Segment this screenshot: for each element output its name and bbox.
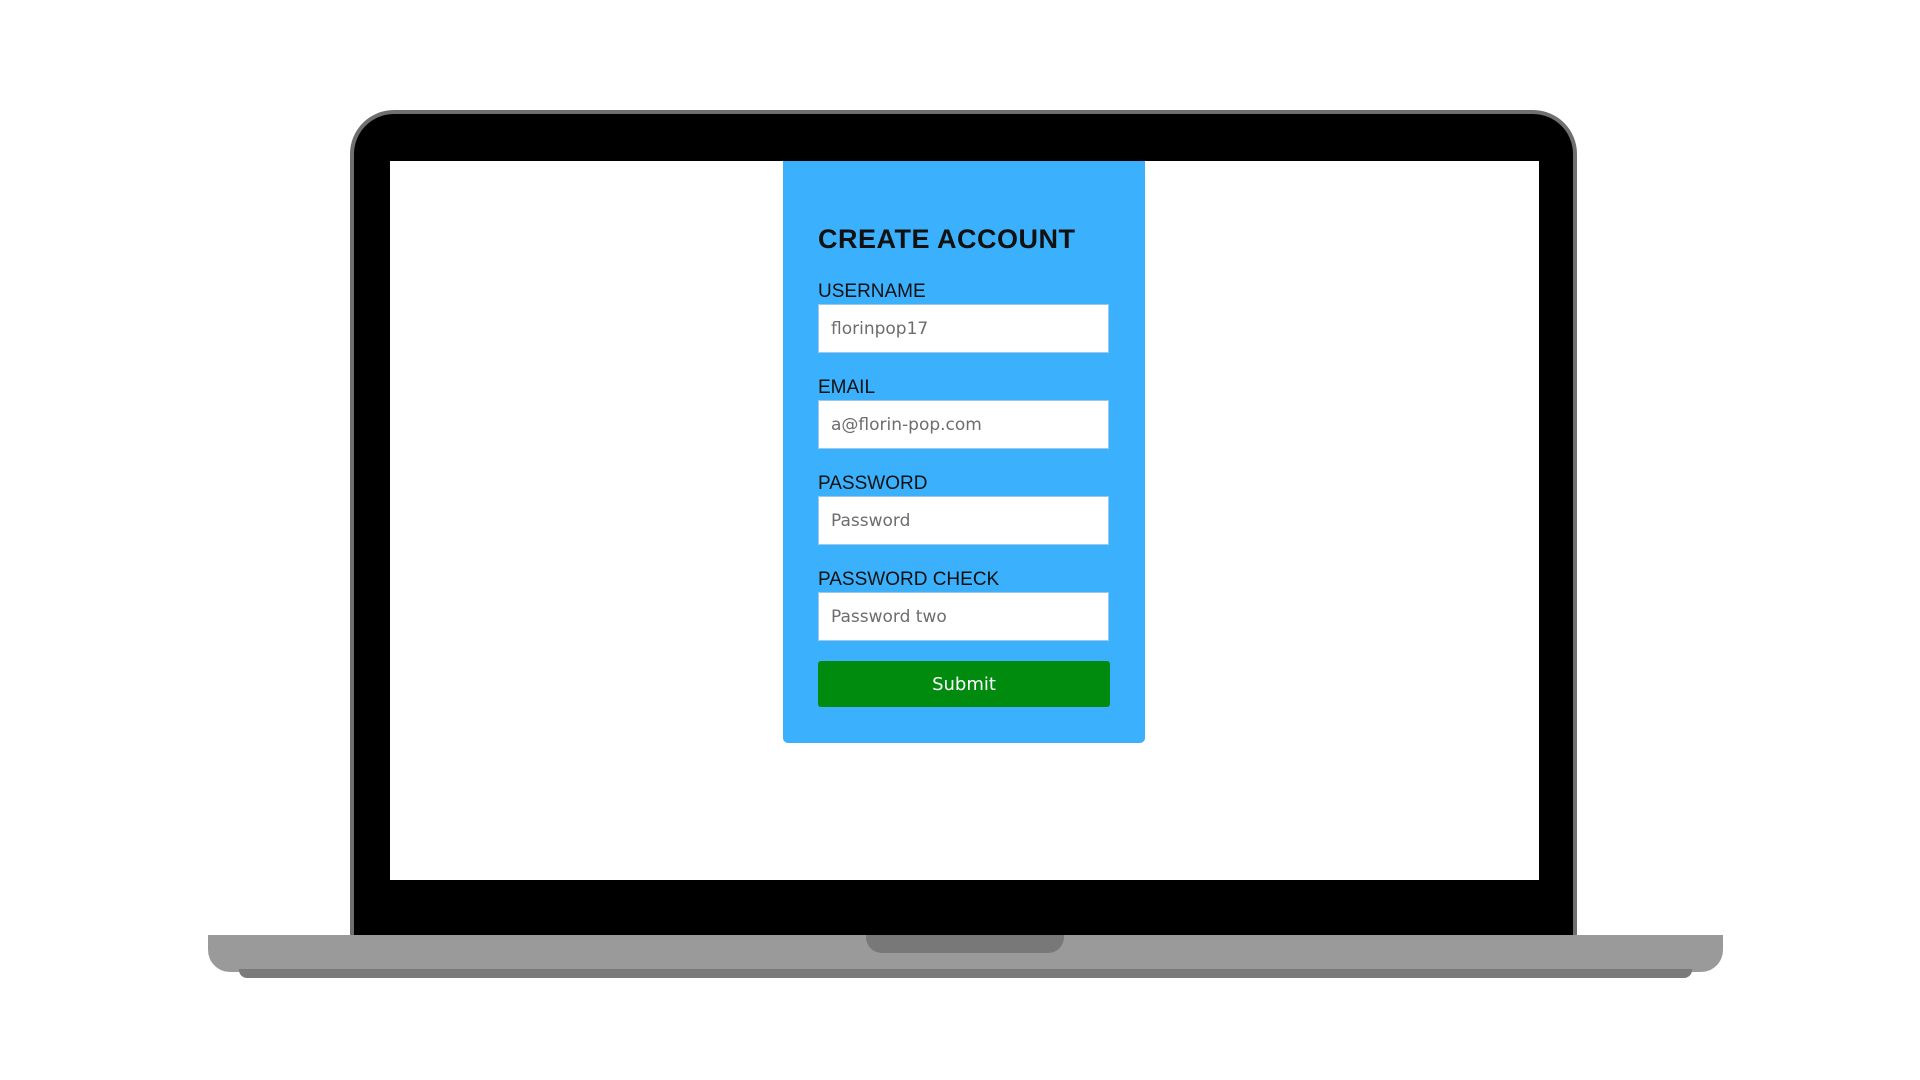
password-field-group: PASSWORD: [818, 473, 1110, 545]
laptop-notch: [866, 935, 1064, 953]
laptop-base-shadow: [239, 969, 1692, 978]
username-label: USERNAME: [818, 281, 926, 302]
form-title: CREATE ACCOUNT: [818, 224, 1076, 254]
email-field-group: EMAIL: [818, 377, 1110, 449]
username-input[interactable]: [818, 304, 1109, 353]
create-account-form: CREATE ACCOUNT USERNAME EMAIL PASSWORD P…: [783, 161, 1145, 743]
password-input[interactable]: [818, 496, 1109, 545]
email-label: EMAIL: [818, 377, 876, 398]
laptop-screen: CREATE ACCOUNT USERNAME EMAIL PASSWORD P…: [390, 161, 1539, 880]
password-check-field-group: PASSWORD CHECK: [818, 569, 1110, 641]
password-check-label: PASSWORD CHECK: [818, 569, 1000, 590]
username-field-group: USERNAME: [818, 281, 1110, 353]
password-label: PASSWORD: [818, 473, 928, 494]
password-check-input[interactable]: [818, 592, 1109, 641]
submit-button[interactable]: Submit: [818, 661, 1110, 707]
page-stage: CREATE ACCOUNT USERNAME EMAIL PASSWORD P…: [0, 0, 1920, 1080]
email-input[interactable]: [818, 400, 1109, 449]
